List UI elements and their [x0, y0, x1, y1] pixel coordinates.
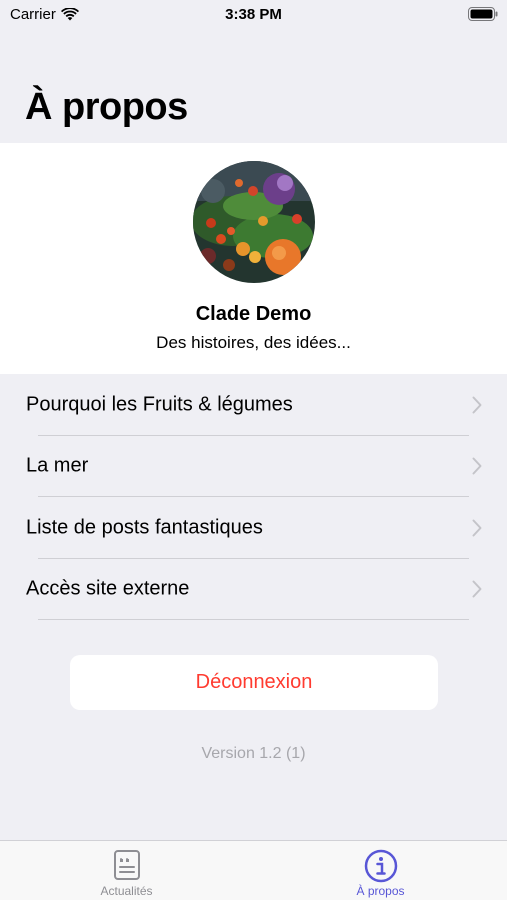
menu-item-la-mer[interactable]: La mer [0, 436, 507, 497]
chevron-right-icon [472, 396, 482, 414]
news-icon [113, 850, 140, 880]
chevron-right-icon [472, 580, 482, 598]
menu-item-site-externe[interactable]: Accès site externe [0, 559, 507, 620]
menu-item-label: La mer [26, 454, 89, 477]
vegetables-photo [193, 161, 315, 283]
status-bar: Carrier 3:38 PM [0, 0, 507, 30]
info-icon [364, 849, 397, 883]
version-label: Version 1.2 (1) [201, 745, 306, 762]
profile-header: Clade Demo Des histoires, des idées... [0, 143, 507, 374]
menu-item-liste-posts[interactable]: Liste de posts fantastiques [0, 497, 507, 559]
profile-tagline: Des histoires, des idées... [156, 333, 351, 352]
menu-item-label: Accès site externe [26, 577, 190, 600]
tab-a-propos[interactable]: À propos [254, 841, 507, 900]
page-title: À propos [25, 86, 188, 128]
menu-item-label: Liste de posts fantastiques [26, 516, 263, 539]
avatar [193, 161, 315, 283]
profile-name: Clade Demo [195, 303, 312, 325]
tab-actualites[interactable]: Actualités [0, 841, 253, 900]
tab-bar: Actualités À propos [0, 840, 507, 900]
row-divider [38, 619, 469, 620]
tab-label: À propos [356, 884, 405, 898]
menu-item-fruits-legumes[interactable]: Pourquoi les Fruits & légumes [0, 374, 507, 436]
chevron-right-icon [472, 457, 482, 475]
status-time: 3:38 PM [225, 6, 282, 23]
tab-label: Actualités [100, 884, 153, 898]
about-menu-list: Pourquoi les Fruits & légumes La mer Lis… [0, 374, 507, 620]
chevron-right-icon [472, 519, 482, 537]
logout-button[interactable]: Déconnexion [70, 655, 438, 710]
menu-item-label: Pourquoi les Fruits & légumes [26, 393, 293, 416]
battery-icon [468, 7, 498, 21]
